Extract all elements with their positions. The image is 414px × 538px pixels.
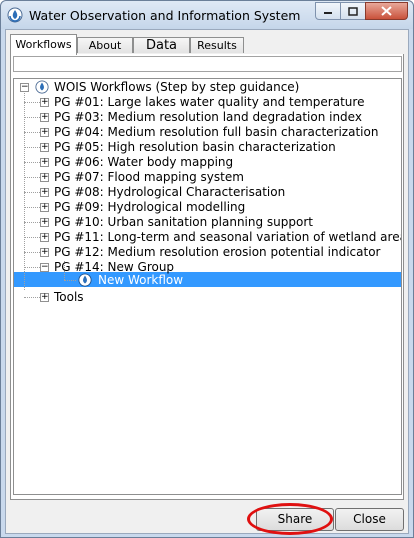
tree-item-label: New Workflow	[98, 273, 184, 287]
tree-item-new-workflow[interactable]: New Workflow	[14, 272, 401, 287]
close-window-button[interactable]	[365, 2, 408, 20]
tree-group[interactable]: + PG #04: Medium resolution full basin c…	[14, 125, 394, 140]
expand-icon[interactable]: +	[40, 233, 49, 242]
tree-group-tools[interactable]: + Tools	[14, 290, 394, 305]
share-button[interactable]: Share	[256, 508, 334, 531]
water-drop-icon	[78, 273, 92, 287]
tree-group-label: PG #07: Flood mapping system	[54, 170, 244, 184]
tree-group[interactable]: + PG #05: High resolution basin characte…	[14, 140, 394, 155]
tree-group[interactable]: + PG #06: Water body mapping	[14, 155, 394, 170]
tree-group-label: PG #12: Medium resolution erosion potent…	[54, 245, 381, 259]
title-bar[interactable]: Water Observation and Information System	[1, 1, 413, 29]
app-window: Water Observation and Information System…	[0, 0, 414, 538]
tree-group[interactable]: + PG #11: Long-term and seasonal variati…	[14, 230, 401, 245]
minimize-button[interactable]	[315, 2, 341, 20]
expand-icon[interactable]: +	[40, 143, 49, 152]
expand-icon[interactable]: +	[40, 218, 49, 227]
expand-icon[interactable]: +	[40, 128, 49, 137]
tree-group-label: PG #09: Hydrological modelling	[54, 200, 246, 214]
tree-group[interactable]: + PG #10: Urban sanitation planning supp…	[14, 215, 394, 230]
tree-root-label: WOIS Workflows (Step by step guidance)	[54, 80, 300, 94]
collapse-icon[interactable]: −	[40, 263, 49, 272]
tree-group[interactable]: + PG #03: Medium resolution land degrada…	[14, 110, 394, 125]
expand-icon[interactable]: +	[40, 98, 49, 107]
tab-data[interactable]: Data	[133, 37, 190, 53]
tree-group-label: PG #10: Urban sanitation planning suppor…	[54, 215, 314, 229]
wois-app-icon	[7, 7, 23, 23]
workflow-tree: − WOIS Workflows (Step by step guidance)…	[13, 78, 402, 495]
minimize-icon	[324, 12, 332, 14]
water-drop-icon	[35, 80, 49, 94]
close-icon	[381, 6, 392, 16]
tree-group[interactable]: + PG #09: Hydrological modelling	[14, 200, 394, 215]
collapse-icon[interactable]: −	[20, 83, 29, 92]
expand-icon[interactable]: +	[40, 173, 49, 182]
tree-group[interactable]: + PG #08: Hydrological Characterisation	[14, 185, 394, 200]
tree-group-label: PG #08: Hydrological Characterisation	[54, 185, 286, 199]
tree-group[interactable]: + PG #12: Medium resolution erosion pote…	[14, 245, 394, 260]
search-input[interactable]	[13, 56, 402, 72]
tree-group-label: PG #11: Long-term and seasonal variation…	[54, 230, 402, 244]
tree-group-label: PG #05: High resolution basin characteri…	[54, 140, 336, 154]
tree-group-label: Tools	[54, 290, 84, 304]
maximize-button[interactable]	[340, 2, 366, 20]
expand-icon[interactable]: +	[40, 293, 49, 302]
window-title: Water Observation and Information System	[29, 8, 301, 23]
expand-icon[interactable]: +	[40, 248, 49, 257]
workflows-panel: − WOIS Workflows (Step by step guidance)…	[10, 54, 404, 500]
expand-icon[interactable]: +	[40, 203, 49, 212]
tree-group-label: PG #01: Large lakes water quality and te…	[54, 95, 365, 109]
tree-line	[64, 280, 76, 281]
expand-icon[interactable]: +	[40, 188, 49, 197]
tab-workflows[interactable]: Workflows	[10, 34, 77, 55]
tree-group[interactable]: + PG #01: Large lakes water quality and …	[14, 95, 394, 110]
expand-icon[interactable]: +	[40, 158, 49, 167]
tree-group-label: PG #04: Medium resolution full basin cha…	[54, 125, 379, 139]
tree-group[interactable]: + PG #07: Flood mapping system	[14, 170, 394, 185]
tree-group-label: PG #03: Medium resolution land degradati…	[54, 110, 362, 124]
client-area: Workflows About Data Results − WOIS Work…	[5, 29, 409, 534]
tab-about[interactable]: About	[77, 37, 133, 53]
tree-root[interactable]: − WOIS Workflows (Step by step guidance)	[14, 80, 394, 95]
expand-icon[interactable]: +	[40, 113, 49, 122]
tab-results[interactable]: Results	[190, 37, 244, 53]
maximize-icon	[348, 6, 358, 16]
tree-group-label: PG #06: Water body mapping	[54, 155, 234, 169]
close-button[interactable]: Close	[335, 508, 404, 531]
tab-strip: Workflows About Data Results	[10, 34, 404, 55]
